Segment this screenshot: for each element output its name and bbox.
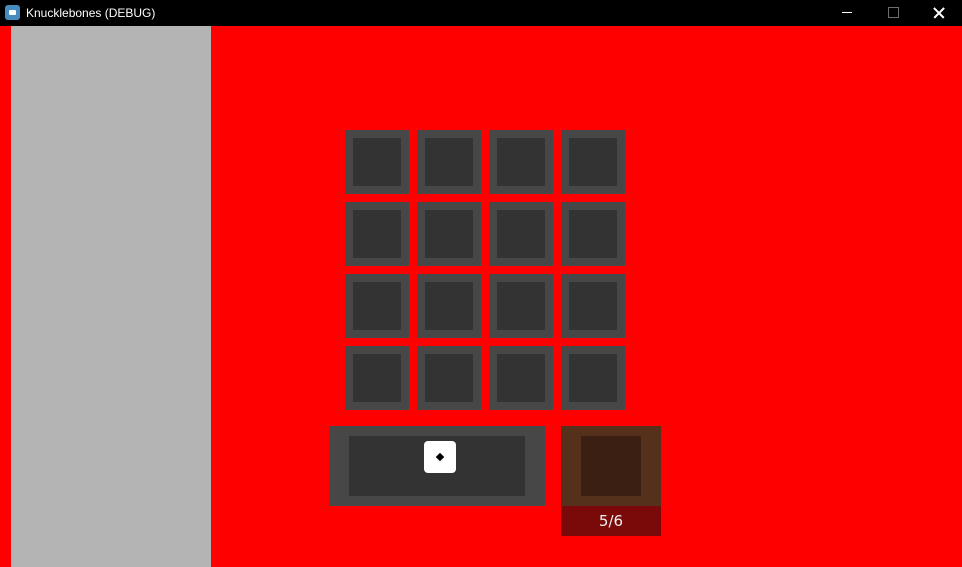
- board-cell[interactable]: [561, 274, 625, 338]
- board-cell-inner: [425, 282, 473, 330]
- board-cell-inner: [353, 282, 401, 330]
- board-cell[interactable]: [417, 202, 481, 266]
- board-cell[interactable]: [489, 274, 553, 338]
- board-cell-inner: [569, 354, 617, 402]
- board-cell-inner: [569, 138, 617, 186]
- board-cell-inner: [353, 138, 401, 186]
- board-cell[interactable]: [417, 130, 481, 194]
- discard-bin[interactable]: [561, 426, 661, 506]
- board-cell[interactable]: [345, 274, 409, 338]
- board-cell-inner: [497, 138, 545, 186]
- window-title: Knucklebones (DEBUG): [26, 6, 156, 20]
- board-cell[interactable]: [417, 346, 481, 410]
- window-titlebar: Knucklebones (DEBUG): [0, 0, 962, 26]
- side-panel: [11, 26, 211, 567]
- board-cell[interactable]: [345, 346, 409, 410]
- board-cell[interactable]: [345, 130, 409, 194]
- board-cell[interactable]: [561, 346, 625, 410]
- godot-engine-icon: [5, 5, 20, 20]
- rolled-die[interactable]: [424, 441, 456, 473]
- discard-counter: 5/6: [561, 506, 661, 536]
- close-icon[interactable]: [916, 0, 962, 26]
- board-cell[interactable]: [489, 346, 553, 410]
- minimize-icon[interactable]: [824, 0, 870, 26]
- die-pip-icon: [435, 452, 445, 462]
- board-cell[interactable]: [345, 202, 409, 266]
- board-cell[interactable]: [489, 130, 553, 194]
- board-cell-inner: [425, 354, 473, 402]
- maximize-icon[interactable]: [870, 0, 916, 26]
- discard-bin-inner: [581, 436, 641, 496]
- board-cell-inner: [569, 210, 617, 258]
- board-cell-inner: [353, 210, 401, 258]
- board-cell-inner: [425, 138, 473, 186]
- board-cell-inner: [497, 210, 545, 258]
- board-cell-inner: [497, 282, 545, 330]
- board-cell-inner: [425, 210, 473, 258]
- board-cell[interactable]: [489, 202, 553, 266]
- board-cell[interactable]: [561, 202, 625, 266]
- board-cell[interactable]: [561, 130, 625, 194]
- board-cell-inner: [569, 282, 617, 330]
- board-cell-inner: [353, 354, 401, 402]
- board-cell-inner: [497, 354, 545, 402]
- board-cell[interactable]: [417, 274, 481, 338]
